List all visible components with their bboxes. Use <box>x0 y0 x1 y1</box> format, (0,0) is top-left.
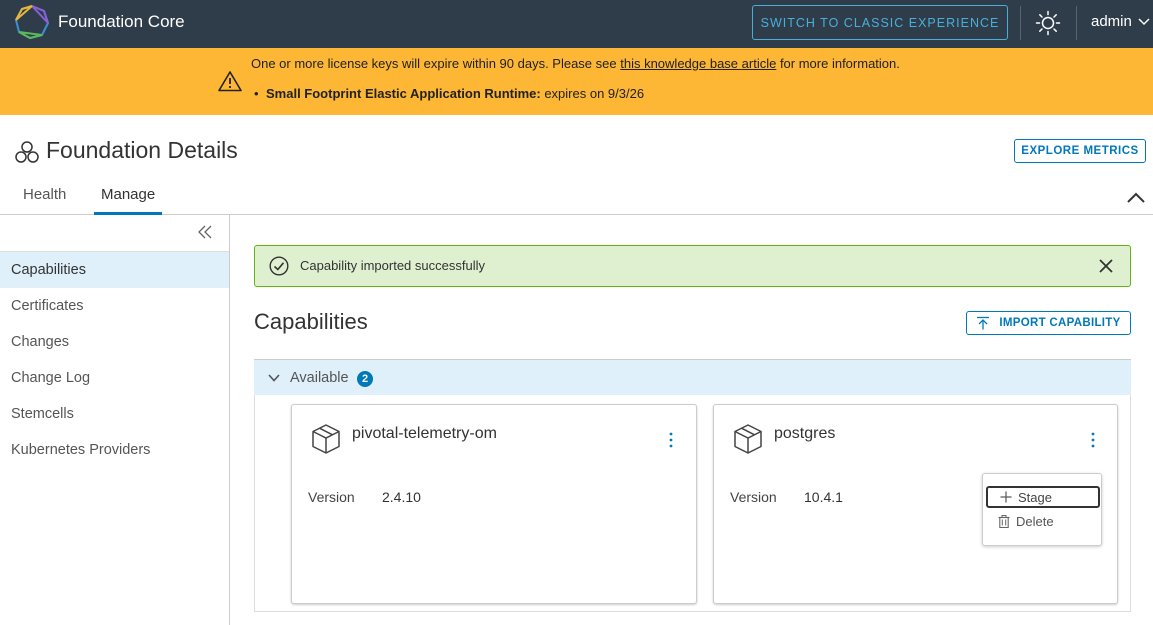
import-capability-button[interactable]: IMPORT CAPABILITY <box>966 311 1131 335</box>
sidebar-item-stemcells[interactable]: Stemcells <box>0 396 229 432</box>
upload-icon <box>977 316 990 330</box>
package-icon <box>312 424 340 454</box>
check-circle-icon <box>269 256 289 276</box>
success-message: Capability imported successfully <box>300 258 485 273</box>
stage-menu-item[interactable]: Stage <box>986 486 1100 508</box>
delete-label: Delete <box>1016 513 1054 529</box>
sidebar-item-change-log[interactable]: Change Log <box>0 360 229 396</box>
banner-message: One or more license keys will expire wit… <box>251 56 900 71</box>
foundation-icon <box>15 141 39 163</box>
app-title: Foundation Core <box>58 12 185 31</box>
tab-bar: Health Manage <box>0 180 1153 215</box>
double-chevron-left-icon[interactable] <box>197 225 213 239</box>
available-group-header[interactable]: Available 2 <box>254 359 1131 395</box>
warning-icon <box>218 71 242 92</box>
sun-icon[interactable] <box>1035 10 1061 36</box>
banner-text-start: One or more license keys will expire wit… <box>251 56 621 71</box>
header-divider <box>1076 6 1077 40</box>
success-alert: Capability imported successfully <box>254 245 1131 287</box>
sidebar-item-capabilities[interactable]: Capabilities <box>0 252 229 288</box>
more-options-icon[interactable] <box>666 431 676 449</box>
available-label: Available <box>290 370 349 386</box>
capability-name: pivotal-telemetry-om <box>352 425 497 442</box>
capability-actions-menu: Stage Delete <box>982 473 1102 546</box>
stage-label: Stage <box>1018 489 1052 505</box>
plus-icon <box>1000 491 1012 503</box>
tab-manage[interactable]: Manage <box>94 186 163 215</box>
close-icon[interactable] <box>1098 258 1114 274</box>
user-menu[interactable]: admin <box>1091 13 1150 30</box>
banner-item-expiry: expires on 9/3/26 <box>540 86 645 101</box>
app-header: Foundation Core SWITCH TO CLASSIC EXPERI… <box>0 0 1153 48</box>
version-label: Version <box>730 489 777 505</box>
trash-icon <box>998 514 1010 528</box>
chevron-up-icon[interactable] <box>1126 190 1146 204</box>
banner-list-item: • Small Footprint Elastic Application Ru… <box>254 86 645 101</box>
explore-metrics-button[interactable]: EXPLORE METRICS <box>1014 139 1146 163</box>
version-label: Version <box>308 489 355 505</box>
tab-health[interactable]: Health <box>23 186 66 215</box>
knowledge-base-link[interactable]: this knowledge base article <box>620 56 776 71</box>
version-value: 2.4.10 <box>382 489 421 505</box>
switch-classic-button[interactable]: SWITCH TO CLASSIC EXPERIENCE <box>752 5 1008 40</box>
version-value: 10.4.1 <box>804 489 843 505</box>
bullet: • <box>254 86 259 101</box>
section-title: Capabilities <box>254 309 368 334</box>
sidebar: Capabilities Certificates Changes Change… <box>0 215 230 625</box>
available-count-badge: 2 <box>357 371 373 387</box>
user-name: admin <box>1091 13 1132 30</box>
banner-text-end: for more information. <box>776 56 900 71</box>
header-divider <box>1020 6 1021 40</box>
logo-icon <box>14 4 50 40</box>
sidebar-item-kubernetes-providers[interactable]: Kubernetes Providers <box>0 432 229 468</box>
chevron-down-icon <box>268 374 280 382</box>
sidebar-item-certificates[interactable]: Certificates <box>0 288 229 324</box>
chevron-down-icon <box>1138 17 1150 25</box>
package-icon <box>734 424 762 454</box>
more-options-icon[interactable] <box>1088 431 1098 449</box>
page-title: Foundation Details <box>46 137 238 163</box>
sidebar-item-changes[interactable]: Changes <box>0 324 229 360</box>
banner-item-product: Small Footprint Elastic Application Runt… <box>266 86 541 101</box>
import-capability-label: IMPORT CAPABILITY <box>999 317 1121 329</box>
license-warning-banner: One or more license keys will expire wit… <box>0 48 1153 115</box>
capability-card: pivotal-telemetry-om Version 2.4.10 <box>291 404 697 604</box>
capability-name: postgres <box>774 425 836 442</box>
delete-menu-item[interactable]: Delete <box>986 510 1100 532</box>
